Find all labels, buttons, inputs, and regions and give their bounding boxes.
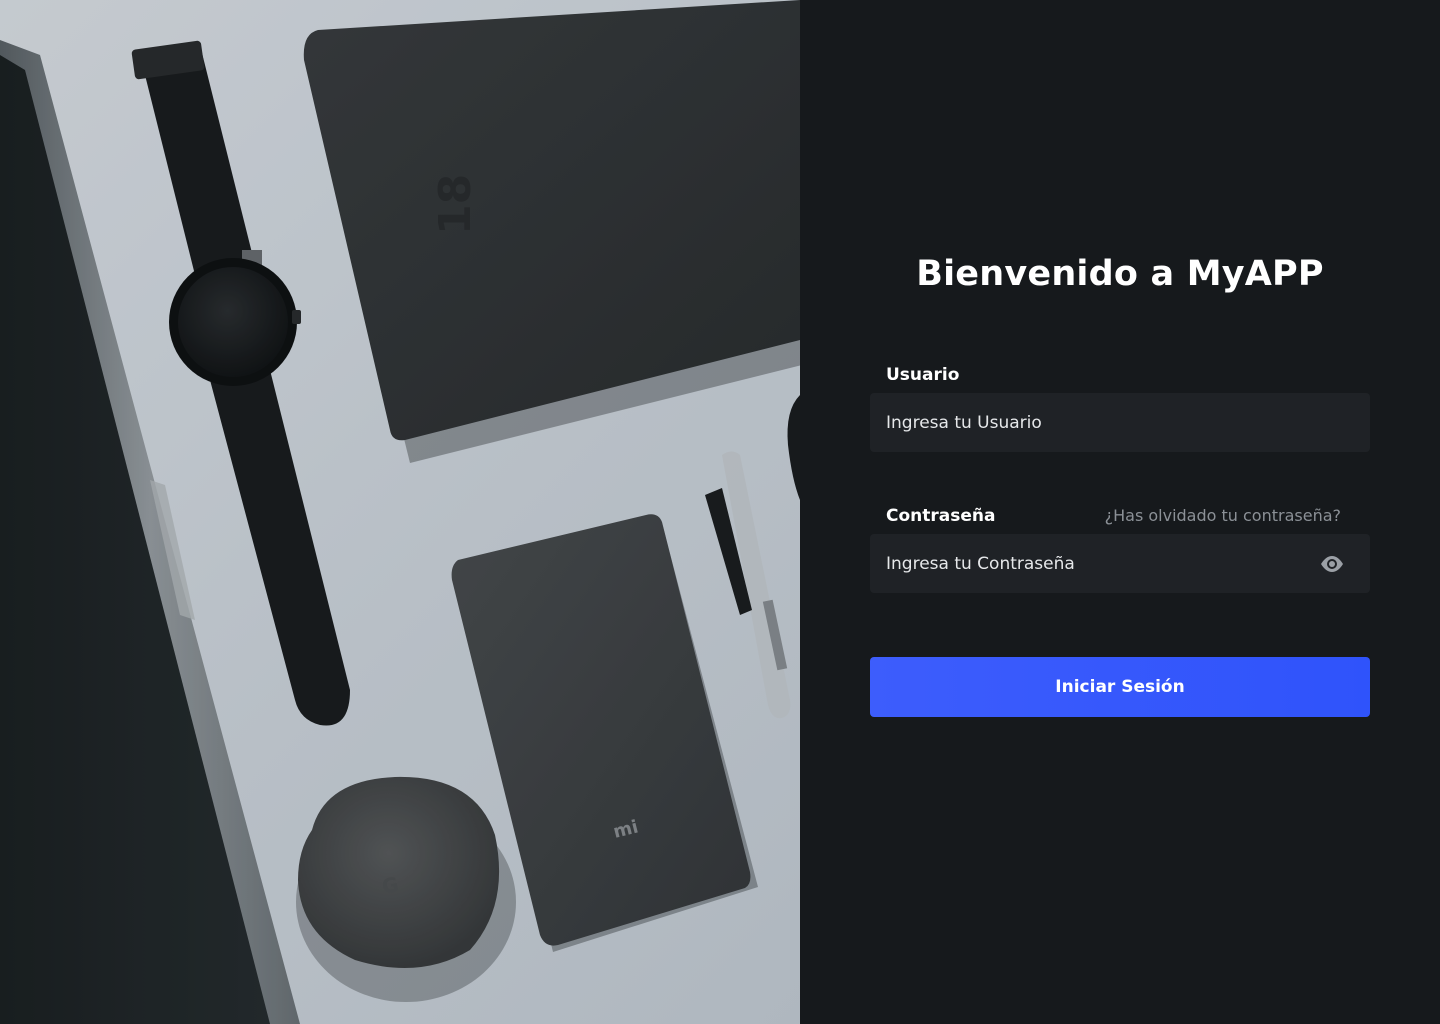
page-title: Bienvenido a MyAPP [916,254,1324,294]
username-input[interactable] [870,393,1370,452]
password-field-container [870,534,1370,593]
hero-photo: 18 mi G [0,0,800,1024]
password-input[interactable] [870,534,1370,593]
forgot-password-link[interactable]: ¿Has olvidado tu contraseña? [1105,506,1341,525]
login-panel: Bienvenido a MyAPP Usuario Contraseña ¿H… [800,0,1440,1024]
username-field-container [870,393,1370,452]
password-label: Contraseña [886,506,996,526]
hero-illustration: 18 mi G [0,0,800,1024]
login-button[interactable]: Iniciar Sesión [870,657,1370,717]
username-label: Usuario [886,365,960,385]
login-page: 18 mi G Bienvenido a MyAPP Usuario Ingre… [0,0,1440,1024]
eye-icon[interactable] [1320,553,1344,575]
